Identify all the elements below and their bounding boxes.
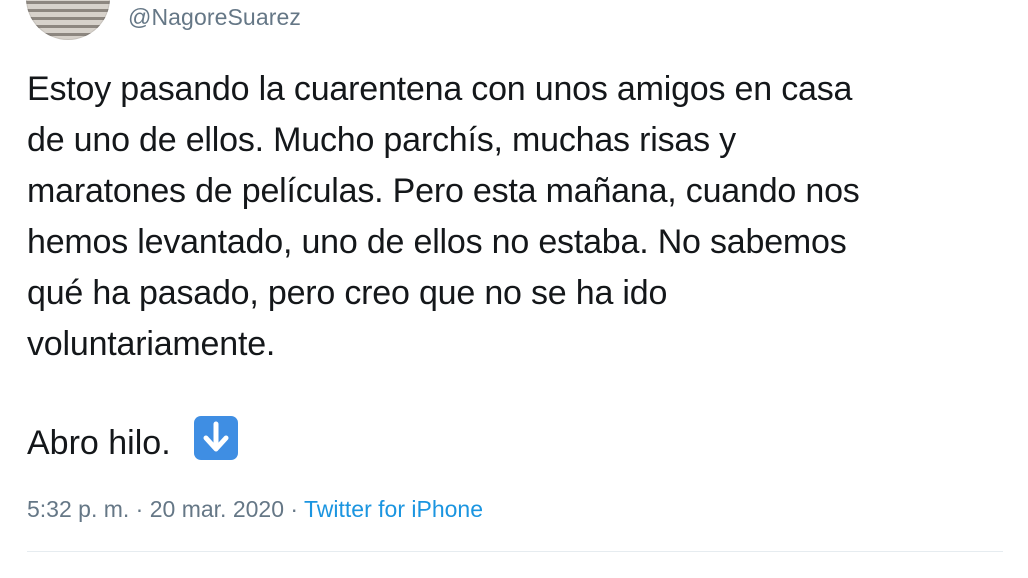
tweet-line-5: qué ha pasado, pero creo que no se ha id…	[27, 274, 668, 312]
thread-text: Abro hilo.	[27, 424, 171, 462]
tweet-line-3: maratones de películas. Pero esta mañana…	[27, 172, 860, 210]
tweet-line-1: Estoy pasando la cuarentena con unos ami…	[27, 70, 853, 108]
down-arrow-emoji-icon	[194, 416, 239, 460]
tweet-time[interactable]: 5:32 p. m.	[27, 496, 129, 522]
tweet-source-link[interactable]: Twitter for iPhone	[304, 496, 483, 522]
tweet-text: Estoy pasando la cuarentena con unos ami…	[27, 64, 1007, 370]
avatar[interactable]	[26, 0, 110, 40]
tweet-date[interactable]: 20 mar. 2020	[150, 496, 284, 522]
author-handle[interactable]: @NagoreSuarez	[128, 3, 301, 31]
tweet-line-4: hemos levantado, uno de ellos no estaba.…	[27, 223, 847, 261]
tweet-line-6: voluntariamente.	[27, 325, 276, 363]
meta-separator: ·	[129, 496, 150, 522]
meta-separator: ·	[284, 496, 305, 522]
tweet-line-2: de uno de ellos. Mucho parchís, muchas r…	[27, 121, 736, 159]
tweet-metadata: 5:32 p. m. · 20 mar. 2020 · Twitter for …	[27, 494, 483, 524]
divider	[27, 551, 1003, 552]
thread-announcement: Abro hilo.	[27, 416, 239, 469]
